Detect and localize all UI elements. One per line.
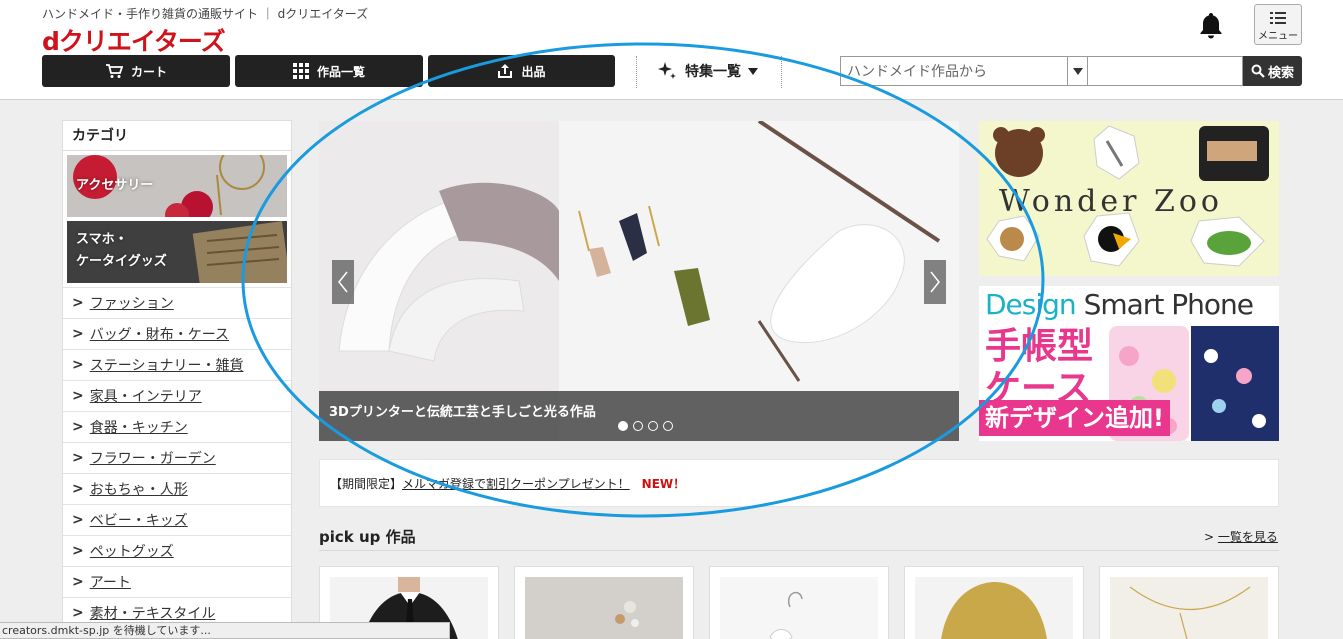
design-word: Design bbox=[985, 288, 1077, 321]
product-card[interactable] bbox=[1099, 566, 1279, 639]
product-card[interactable] bbox=[904, 566, 1084, 639]
newsletter-coupon-link[interactable]: メルマガ登録で割引クーポンプレゼント！ bbox=[402, 475, 630, 492]
see-all-label: 一覧を見る bbox=[1217, 530, 1278, 544]
works-list-button[interactable]: 作品一覧 bbox=[235, 55, 423, 87]
chevron-right-icon: > bbox=[1204, 530, 1218, 544]
site-logo[interactable]: dクリエイターズ bbox=[42, 22, 226, 58]
product-image bbox=[525, 577, 683, 639]
category-item[interactable]: > 家具・インテリア bbox=[63, 381, 291, 412]
category-banner-smartphone-label2: ケータイグッズ bbox=[76, 254, 167, 269]
chevron-right-icon bbox=[930, 271, 940, 293]
search-icon bbox=[1251, 64, 1265, 78]
design-smartphone-banner[interactable]: Design Smart Phone 手帳型 ケース 新デザイン追加! bbox=[979, 286, 1279, 441]
exhibit-button[interactable]: 出品 bbox=[428, 55, 615, 87]
sparkle-icon bbox=[658, 62, 676, 79]
site-header: ハンドメイド・手作り雑貨の通販サイト ｜ dクリエイターズ dクリエイターズ メ… bbox=[0, 0, 1343, 100]
pickup-section-title: pick up 作品 bbox=[319, 528, 416, 546]
slider-dot[interactable] bbox=[633, 421, 643, 431]
slider-dot-active[interactable] bbox=[618, 421, 628, 431]
notebook-case-line1: 手帳型 bbox=[985, 326, 1094, 367]
category-sidebar: カテゴリ アクセサリー スマホ・ ケータイグッズ > ファッション > バッグ・財布… bbox=[62, 120, 292, 639]
hamburger-icon bbox=[1270, 12, 1286, 24]
site-tagline: ハンドメイド・手作り雑貨の通販サイト ｜ dクリエイターズ bbox=[42, 7, 369, 21]
menu-label: メニュー bbox=[1258, 31, 1298, 42]
cart-icon bbox=[105, 64, 123, 78]
chevron-left-icon bbox=[338, 271, 348, 293]
product-card[interactable] bbox=[709, 566, 889, 639]
design-smartphone-heading: Design Smart Phone bbox=[985, 288, 1254, 321]
notification-bell-icon[interactable] bbox=[1196, 10, 1226, 40]
notice-prefix: 【期間限定】 bbox=[330, 476, 403, 491]
cart-label: カート bbox=[130, 64, 167, 79]
works-list-label: 作品一覧 bbox=[316, 64, 365, 79]
search-scope-value: ハンドメイド作品から bbox=[847, 64, 987, 80]
category-item[interactable]: > ベビー・キッズ bbox=[63, 505, 291, 536]
hero-slider[interactable]: 3Dプリンターと伝統工芸と手しごと光る作品 bbox=[319, 121, 959, 441]
search-scope-select[interactable]: ハンドメイド作品から bbox=[840, 56, 1088, 86]
new-badge: NEW！ bbox=[641, 476, 686, 491]
search-button[interactable]: 検索 bbox=[1243, 56, 1302, 86]
slider-dot[interactable] bbox=[663, 421, 673, 431]
exhibit-label: 出品 bbox=[521, 64, 546, 79]
category-item[interactable]: > おもちゃ・人形 bbox=[63, 474, 291, 505]
smart-phone-word: Smart Phone bbox=[1083, 288, 1254, 321]
menu-button[interactable]: メニュー bbox=[1254, 4, 1302, 45]
slider-pagination bbox=[618, 421, 673, 431]
nav-divider bbox=[781, 56, 782, 88]
grid-icon bbox=[292, 63, 309, 79]
features-dropdown[interactable]: 特集一覧 bbox=[656, 58, 758, 84]
slider-next-button[interactable] bbox=[924, 260, 946, 304]
new-design-badge: 新デザイン追加! bbox=[979, 400, 1170, 436]
select-arrow-icon bbox=[1067, 57, 1087, 85]
caret-down-icon bbox=[748, 67, 758, 75]
see-all-link[interactable]: > 一覧を見る bbox=[1204, 528, 1278, 545]
nav-divider bbox=[636, 56, 637, 88]
category-banner-smartphone[interactable]: スマホ・ ケータイグッズ bbox=[67, 221, 287, 283]
cart-button[interactable]: カート bbox=[42, 55, 230, 87]
product-image bbox=[1110, 577, 1268, 639]
notebook-case-label: 手帳型 ケース bbox=[985, 326, 1093, 410]
wonder-zoo-banner[interactable]: Wonder Zoo bbox=[979, 121, 1279, 276]
search-input[interactable] bbox=[1087, 56, 1243, 86]
product-image bbox=[915, 577, 1073, 639]
wonder-zoo-title: Wonder Zoo bbox=[999, 184, 1223, 219]
product-image bbox=[720, 577, 878, 639]
category-item[interactable]: > ファッション bbox=[63, 288, 291, 319]
category-item[interactable]: > バッグ・財布・ケース bbox=[63, 319, 291, 350]
category-item[interactable]: > アート bbox=[63, 567, 291, 598]
slide-caption-text: 3Dプリンターと伝統工芸と手しごと光る作品 bbox=[329, 405, 596, 420]
campaign-notice: 【期間限定】 メルマガ登録で割引クーポンプレゼント！ NEW！ bbox=[319, 459, 1279, 507]
slider-dot[interactable] bbox=[648, 421, 658, 431]
category-banner-accessory[interactable]: アクセサリー bbox=[67, 155, 287, 217]
search-button-label: 検索 bbox=[1267, 65, 1294, 81]
slide-caption: 3Dプリンターと伝統工芸と手しごと光る作品 bbox=[319, 391, 959, 441]
category-item[interactable]: > ステーショナリー・雑貨 bbox=[63, 350, 291, 381]
product-card[interactable] bbox=[514, 566, 694, 639]
section-divider bbox=[319, 550, 1279, 551]
category-banner-accessory-label: アクセサリー bbox=[76, 178, 154, 193]
browser-status-bar: creators.dmkt-sp.jp を待機しています... bbox=[0, 622, 450, 639]
features-label: 特集一覧 bbox=[685, 64, 741, 80]
category-item[interactable]: > ペットグッズ bbox=[63, 536, 291, 567]
category-item[interactable]: > フラワー・ガーデン bbox=[63, 443, 291, 474]
slider-prev-button[interactable] bbox=[332, 260, 354, 304]
category-banner-smartphone-label1: スマホ・ bbox=[76, 232, 128, 247]
upload-icon bbox=[498, 64, 513, 78]
category-item[interactable]: > 食器・キッチン bbox=[63, 412, 291, 443]
category-title: カテゴリ bbox=[63, 121, 291, 151]
